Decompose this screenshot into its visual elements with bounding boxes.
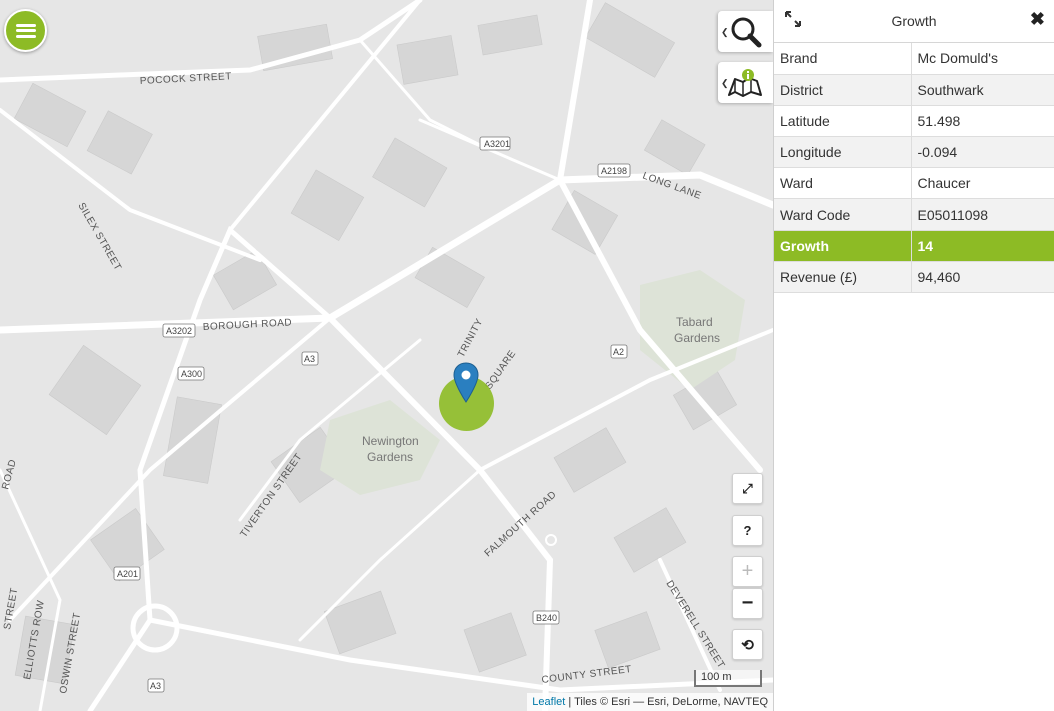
park-label-newington: Newington xyxy=(362,434,419,448)
map-info-icon xyxy=(728,69,762,97)
attribution: Leaflet | Tiles © Esri — Esri, DeLorme, … xyxy=(527,693,773,711)
road-shield-a3: A3 xyxy=(301,351,319,366)
attribute-value: 14 xyxy=(911,230,1054,262)
road-shield-a3202: A3202 xyxy=(162,323,196,338)
attribute-value: E05011098 xyxy=(911,198,1054,231)
attribution-text: | Tiles © Esri — Esri, DeLorme, NAVTEQ xyxy=(565,696,768,708)
help-icon: ? xyxy=(743,523,752,538)
svg-text:A2198: A2198 xyxy=(601,166,627,176)
fullscreen-icon: ⤢ xyxy=(742,480,753,496)
legend-tab[interactable]: ❮ xyxy=(718,62,773,103)
reset-view-button[interactable]: ⟲ xyxy=(732,629,763,660)
panel-title: Growth xyxy=(891,13,937,29)
attribute-value: Chaucer xyxy=(911,167,1054,200)
attribute-key: Brand xyxy=(774,43,912,75)
map[interactable]: POCOCK STREET SILEX STREET BOROUGH ROAD … xyxy=(0,0,773,711)
table-row-highlighted: Growth 14 xyxy=(774,230,1054,262)
plus-icon: + xyxy=(741,560,754,582)
road-shield-a201: A201 xyxy=(113,566,141,581)
leaflet-link[interactable]: Leaflet xyxy=(532,696,565,708)
road-shield-a2198: A2198 xyxy=(597,163,631,178)
app: POCOCK STREET SILEX STREET BOROUGH ROAD … xyxy=(0,0,1054,711)
svg-text:A3: A3 xyxy=(150,681,161,691)
table-row: Brand Mc Domuld's xyxy=(774,43,1054,75)
menu-button[interactable] xyxy=(4,9,47,52)
road-shield-a2: A2 xyxy=(610,344,628,359)
attribute-value: Mc Domuld's xyxy=(911,43,1054,75)
search-tab[interactable]: ❮ xyxy=(718,11,773,52)
help-button[interactable]: ? xyxy=(732,515,763,546)
magnifier-icon xyxy=(731,17,762,48)
table-row: Latitude 51.498 xyxy=(774,105,1054,138)
info-panel: Growth ✖ Brand Mc Domuld's District Southw… xyxy=(773,0,1054,711)
park-label-tabard-2: Gardens xyxy=(674,331,720,345)
svg-text:A201: A201 xyxy=(117,569,138,579)
table-row: Longitude -0.094 xyxy=(774,136,1054,169)
attribute-value: -0.094 xyxy=(911,136,1054,169)
park-label-tabard: Tabard xyxy=(676,315,713,329)
table-row: Ward Chaucer xyxy=(774,167,1054,200)
attribute-key: Longitude xyxy=(774,136,912,169)
attribute-key: Ward Code xyxy=(774,198,912,231)
attribute-key: District xyxy=(774,74,912,106)
table-row: District Southwark xyxy=(774,74,1054,106)
road-shield-a3-bottom: A3 xyxy=(147,678,165,693)
svg-text:A300: A300 xyxy=(181,369,202,379)
road-shield-a300: A300 xyxy=(177,366,205,381)
attribute-key: Revenue (£) xyxy=(774,261,912,294)
park-label-newington-2: Gardens xyxy=(367,450,413,464)
location-marker-icon[interactable] xyxy=(453,362,479,403)
svg-text:A2: A2 xyxy=(613,347,624,357)
minus-icon: − xyxy=(741,592,754,614)
table-row: Revenue (£) 94,460 xyxy=(774,261,1054,294)
scale-bar: 100 m xyxy=(694,670,762,687)
close-icon[interactable]: ✖ xyxy=(1030,9,1045,29)
hamburger-icon xyxy=(15,23,36,38)
svg-text:A3202: A3202 xyxy=(166,326,192,336)
zoom-in-button[interactable]: + xyxy=(732,556,763,587)
attribute-key: Ward xyxy=(774,167,912,200)
svg-text:B240: B240 xyxy=(536,613,557,623)
attribute-key: Latitude xyxy=(774,105,912,138)
reset-icon: ⟲ xyxy=(741,636,754,654)
attribute-value: 94,460 xyxy=(911,261,1054,294)
road-shield-a3201: A3201 xyxy=(479,136,511,151)
svg-text:A3201: A3201 xyxy=(484,139,510,149)
fullscreen-button[interactable]: ⤢ xyxy=(732,473,763,504)
attribute-value: Southwark xyxy=(911,74,1054,106)
table-row: Ward Code E05011098 xyxy=(774,198,1054,231)
attribute-table: Brand Mc Domuld's District Southwark Latit… xyxy=(774,43,1054,294)
svg-text:A3: A3 xyxy=(304,354,315,364)
panel-header: Growth ✖ xyxy=(774,0,1054,43)
road-shield-b240: B240 xyxy=(532,610,560,625)
map-tiles: POCOCK STREET SILEX STREET BOROUGH ROAD … xyxy=(0,0,773,711)
attribute-value: 51.498 xyxy=(911,105,1054,138)
attribute-key: Growth xyxy=(774,230,912,262)
zoom-out-button[interactable]: − xyxy=(732,588,763,619)
